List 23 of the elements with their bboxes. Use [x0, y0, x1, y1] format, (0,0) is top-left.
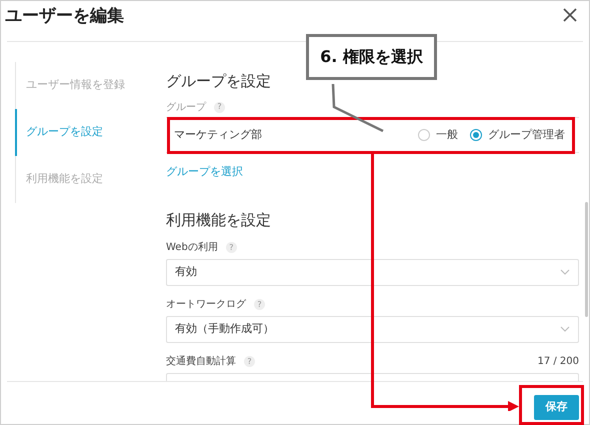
help-icon[interactable]: ?	[244, 356, 255, 367]
field-label: グループ	[166, 100, 206, 114]
callout-label: 6. 権限を選択	[306, 34, 437, 80]
step-tab[interactable]: ユーザー情報を登録	[15, 62, 166, 109]
section-title: グループを設定	[166, 71, 272, 92]
section-title: 利用機能を設定	[166, 210, 272, 230]
step-tab[interactable]: 利用機能を設定	[15, 156, 166, 203]
field-label: 交通費自動計算	[166, 354, 236, 369]
select-field[interactable]: 有効（手動作成可）	[166, 316, 579, 342]
group-name: マーケティング部	[174, 126, 262, 143]
field-label: Webの利用	[166, 240, 218, 255]
select-field[interactable]: 有効	[166, 258, 579, 286]
save-button[interactable]: 保存	[534, 395, 579, 420]
field-label: オートワークログ	[166, 298, 246, 312]
role-radio[interactable]: 一般	[418, 126, 458, 144]
select-group-link[interactable]: グループを選択	[166, 164, 243, 180]
character-counter: 17 / 200	[537, 355, 579, 369]
help-icon[interactable]: ?	[226, 242, 237, 253]
role-radio[interactable]: グループ管理者	[470, 126, 565, 144]
help-icon[interactable]: ?	[254, 299, 265, 310]
dialog-title: ユーザーを編集	[5, 5, 124, 28]
help-icon[interactable]: ?	[214, 102, 225, 112]
step-tab[interactable]: グループを設定	[15, 109, 166, 156]
